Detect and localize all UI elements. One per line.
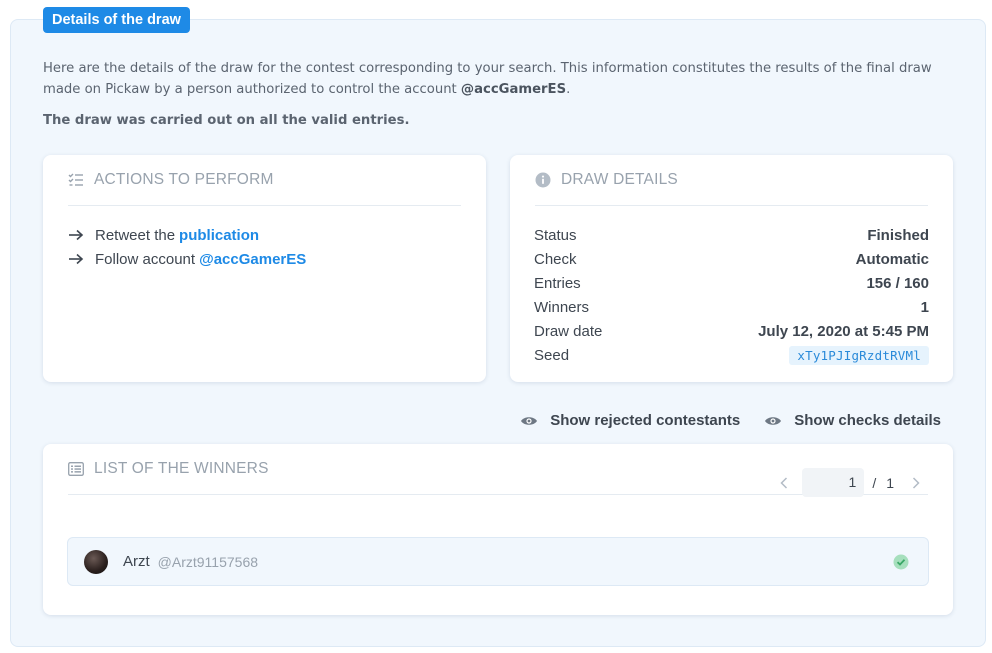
arrow-right-icon (68, 229, 84, 241)
eye-icon (764, 415, 782, 427)
actions-list: Retweet the publication Follow account @… (68, 223, 306, 271)
detail-row-entries: Entries 156 / 160 (534, 271, 929, 295)
next-page-button[interactable] (904, 476, 928, 489)
seed-code: xTy1PJIgRzdtRVMl (789, 345, 929, 365)
winner-list-item[interactable]: Arzt @Arzt91157568 (67, 537, 929, 586)
detail-label: Seed (534, 346, 570, 364)
winner-name: Arzt (123, 553, 150, 570)
detail-row-draw-date: Draw date July 12, 2020 at 5:45 PM (534, 319, 929, 343)
action-text: Retweet the (95, 226, 176, 244)
intro-account: @accGamerES (460, 82, 567, 97)
info-icon (535, 172, 551, 188)
detail-value: 1 (920, 298, 929, 316)
action-item: Retweet the publication (68, 223, 306, 247)
publication-link[interactable]: publication (179, 227, 259, 244)
chevron-right-icon (912, 476, 920, 489)
intro-text: Here are the details of the draw for the… (43, 58, 963, 100)
detail-label: Status (534, 226, 577, 244)
detail-label: Winners (534, 298, 590, 316)
action-item: Follow account @accGamerES (68, 247, 306, 271)
action-text: Follow account (95, 250, 196, 268)
detail-row-status: Status Finished (534, 223, 929, 247)
prev-page-button[interactable] (772, 476, 796, 489)
page-separator: / (872, 474, 877, 491)
actions-card: ACTIONS TO PERFORM Retweet the publicati… (43, 155, 486, 382)
detail-row-seed: Seed xTy1PJIgRzdtRVMl (534, 343, 929, 367)
intro-end: . (566, 82, 571, 97)
detail-value: July 12, 2020 at 5:45 PM (758, 322, 929, 340)
detail-value: Finished (867, 226, 929, 244)
detail-row-winners: Winners 1 (534, 295, 929, 319)
page-total: 1 (886, 474, 894, 491)
eye-icon (520, 415, 538, 427)
show-rejected-button[interactable]: Show rejected contestants (520, 412, 740, 429)
actions-title: ACTIONS TO PERFORM (94, 171, 274, 188)
show-checks-button[interactable]: Show checks details (764, 412, 941, 429)
verified-check-icon (893, 554, 909, 570)
detail-value: 156 / 160 (866, 274, 929, 292)
list-icon (68, 461, 84, 477)
draw-details-header: DRAW DETAILS (535, 155, 928, 206)
arrow-right-icon (68, 253, 84, 265)
checklist-icon (68, 172, 84, 188)
detail-label: Check (534, 250, 577, 268)
draw-details-card: DRAW DETAILS Status Finished Check Automat… (510, 155, 953, 382)
avatar (84, 549, 108, 574)
account-link[interactable]: @accGamerES (199, 251, 306, 268)
scope-note: The draw was carried out on all the vali… (43, 113, 410, 128)
actions-header: ACTIONS TO PERFORM (68, 155, 461, 206)
view-toggles: Show rejected contestants Show checks de… (520, 412, 941, 429)
detail-label: Draw date (534, 322, 603, 340)
page-input[interactable]: 1 (802, 468, 865, 497)
detail-value: Automatic (855, 250, 929, 268)
draw-details-title: DRAW DETAILS (561, 171, 678, 188)
detail-row-check: Check Automatic (534, 247, 929, 271)
winners-title: LIST OF THE WINNERS (94, 460, 269, 477)
draw-details-rows: Status Finished Check Automatic Entries 156… (534, 223, 929, 367)
chevron-left-icon (780, 476, 788, 489)
winners-pager: 1 / 1 (772, 468, 928, 497)
show-checks-label: Show checks details (794, 412, 941, 429)
winners-card: LIST OF THE WINNERS 1 / 1 Arzt @Arzt9115… (43, 444, 953, 615)
winner-handle: @Arzt91157568 (157, 553, 259, 570)
show-rejected-label: Show rejected contestants (550, 412, 741, 429)
detail-label: Entries (534, 274, 581, 292)
panel-legend: Details of the draw (43, 7, 190, 33)
